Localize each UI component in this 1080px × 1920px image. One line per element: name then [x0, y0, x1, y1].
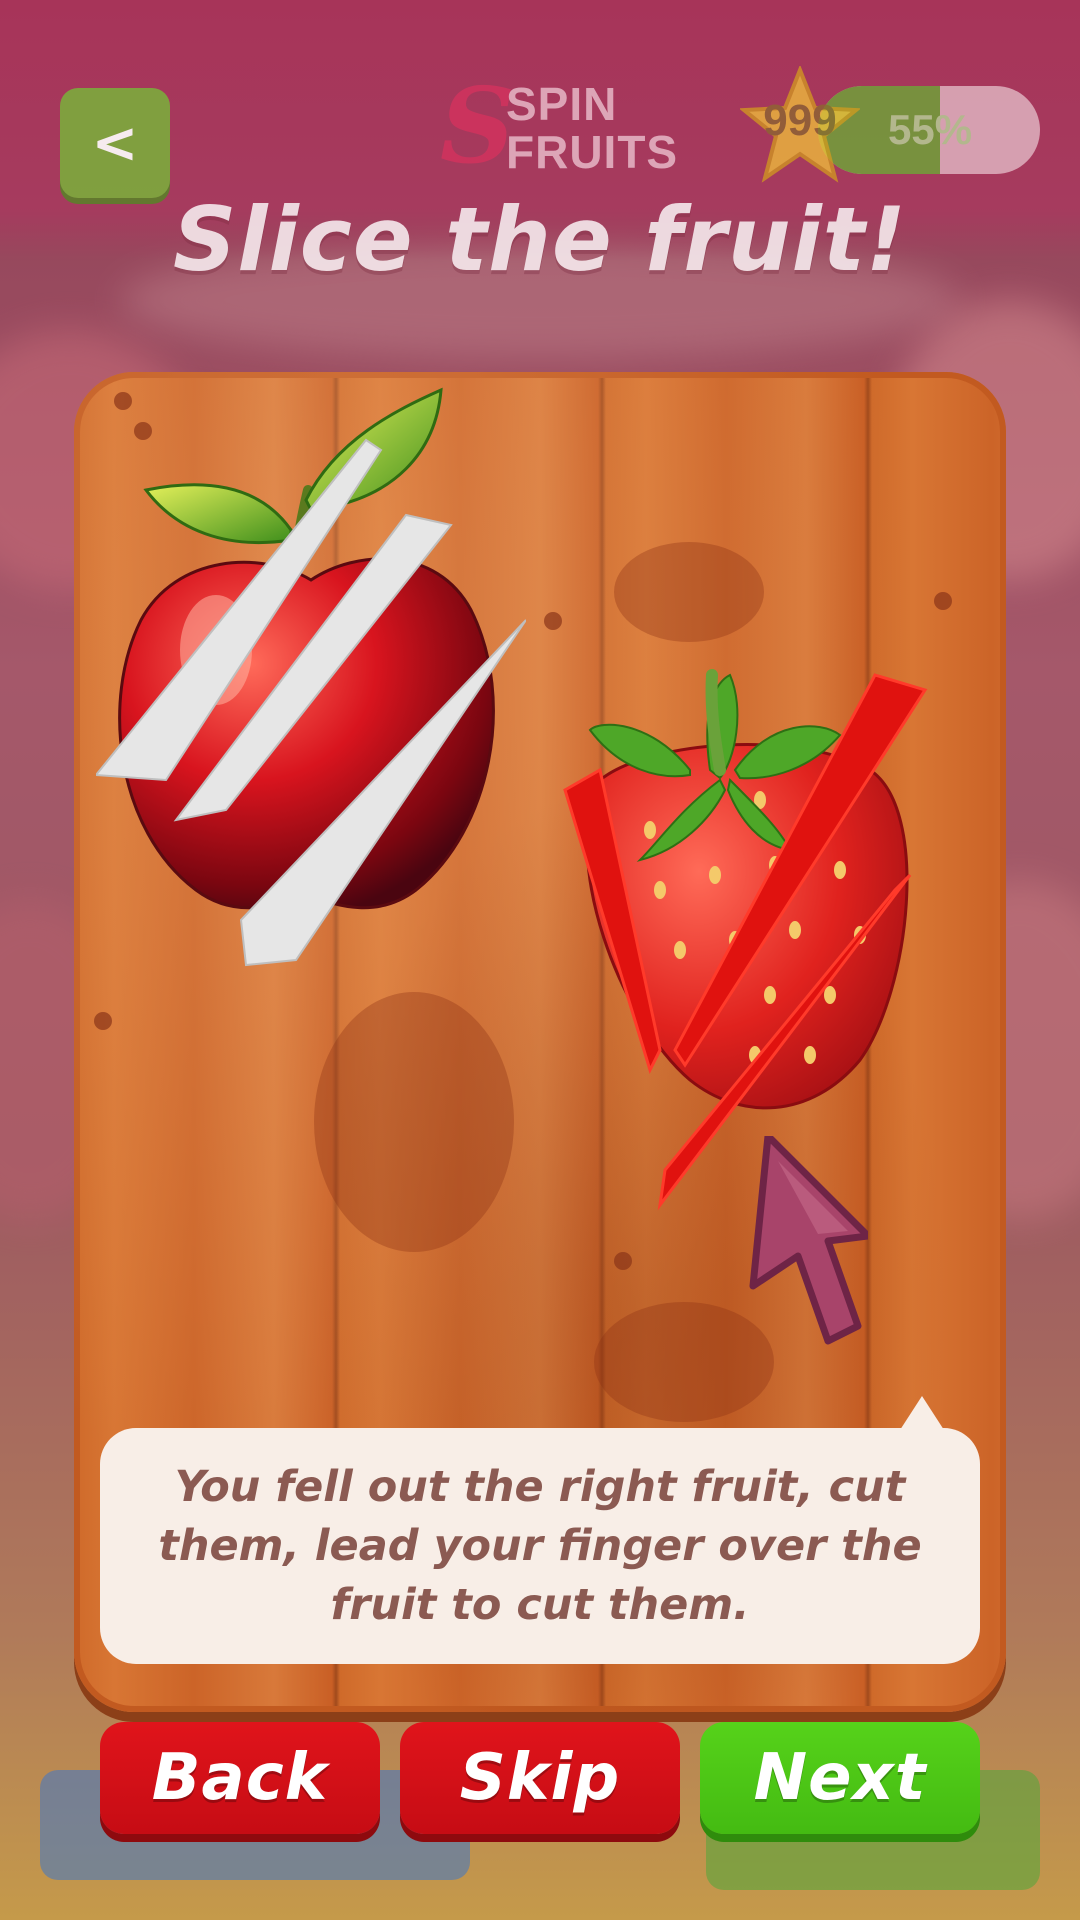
- logo-letter: S: [440, 64, 516, 187]
- board-dot: [94, 1012, 112, 1030]
- logo-line-1: SPIN: [506, 78, 618, 130]
- board-stain: [314, 992, 514, 1252]
- game-logo: S SPIN FRUITS: [440, 64, 677, 187]
- logo-text: SPIN FRUITS: [506, 80, 678, 176]
- back-arrow-button[interactable]: <: [60, 88, 170, 198]
- page-title: Slice the fruit!: [173, 188, 907, 291]
- apple-fruit[interactable]: [96, 380, 526, 980]
- back-button[interactable]: Back: [100, 1722, 380, 1834]
- board-dot: [934, 592, 952, 610]
- board-stain: [614, 542, 764, 642]
- progress-label: 55%: [888, 106, 973, 153]
- tutorial-message: You fell out the right fruit, cut them, …: [158, 1461, 922, 1630]
- logo-line-2: FRUITS: [506, 126, 679, 178]
- star-count: 999: [763, 96, 837, 145]
- board-dot: [614, 1252, 632, 1270]
- star-balance: 999: [740, 66, 860, 186]
- pointer-cursor-icon: [749, 1136, 868, 1345]
- board-dot: [544, 612, 562, 630]
- next-button[interactable]: Next: [700, 1722, 980, 1834]
- skip-button[interactable]: Skip: [400, 1722, 680, 1834]
- tutorial-speech-bubble: You fell out the right fruit, cut them, …: [100, 1396, 980, 1664]
- chevron-left-icon: <: [91, 110, 139, 176]
- apple-leaf-icon: [143, 483, 293, 544]
